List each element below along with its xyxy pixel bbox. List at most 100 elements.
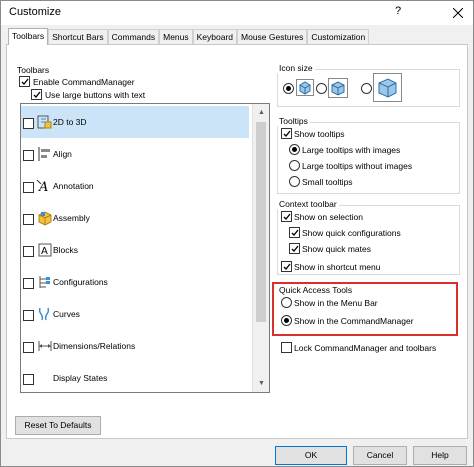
align-icon <box>38 147 50 161</box>
tab-menus[interactable]: Menus <box>159 29 193 44</box>
list-item[interactable]: Assembly <box>21 202 249 234</box>
scroll-up-icon[interactable]: ▲ <box>253 104 269 121</box>
toolbar-checkbox[interactable] <box>23 182 34 193</box>
use-large-buttons-label: Use large buttons with text <box>45 90 146 100</box>
show-quick-mates-checkbox[interactable] <box>289 243 300 254</box>
tab-customization[interactable]: Customization <box>307 29 370 44</box>
large-tooltips-with-images-label: Large tooltips with images <box>302 145 401 155</box>
lock-commandmanager-label: Lock CommandManager and toolbars <box>294 343 437 353</box>
checkmark-icon <box>291 229 299 236</box>
toolbar-checkbox[interactable] <box>23 342 34 353</box>
toolbar-name: Display States <box>53 373 108 383</box>
curves-icon <box>38 307 50 321</box>
checkmark-icon <box>291 245 299 252</box>
cube-small-icon <box>296 79 314 96</box>
tab-keyboard[interactable]: Keyboard <box>192 29 238 44</box>
list-item[interactable]: A Annotation <box>21 170 249 202</box>
cancel-button[interactable]: Cancel <box>353 446 407 465</box>
lock-commandmanager-checkbox[interactable] <box>281 342 292 353</box>
large-tooltips-without-images-label: Large tooltips without images <box>302 161 413 171</box>
tooltips-title: Tooltips <box>277 116 310 126</box>
title-bar: Customize ? <box>1 1 473 25</box>
toolbar-checkbox[interactable] <box>23 214 34 225</box>
ok-button[interactable]: OK <box>275 446 347 465</box>
toolbar-checkbox[interactable] <box>23 278 34 289</box>
list-item[interactable]: Align <box>21 138 249 170</box>
blocks-icon: A <box>38 243 52 257</box>
show-in-menu-bar-radio[interactable] <box>281 297 292 308</box>
toolbar-checkbox[interactable] <box>23 246 34 257</box>
show-in-commandmanager-radio[interactable] <box>281 315 292 326</box>
toolbar-name: Align <box>53 149 72 159</box>
list-item[interactable]: Display States <box>21 362 249 392</box>
toolbar-name: Assembly <box>53 213 90 223</box>
show-in-commandmanager-label: Show in the CommandManager <box>294 316 414 326</box>
tab-strip: Toolbars Shortcut Bars Commands Menus Ke… <box>8 28 370 45</box>
icon-size-title: Icon size <box>277 63 315 73</box>
assembly-icon <box>38 211 52 226</box>
checkmark-icon <box>283 263 291 270</box>
tab-mouse-gestures[interactable]: Mouse Gestures <box>237 29 308 44</box>
small-tooltips-label: Small tooltips <box>302 177 353 187</box>
list-item[interactable]: Curves <box>21 298 249 330</box>
toolbar-name: 2D to 3D <box>53 117 87 127</box>
cube-large-icon <box>373 73 402 102</box>
toolbar-name: Curves <box>53 309 80 319</box>
icon-size-medium-radio[interactable] <box>316 83 327 94</box>
configurations-icon <box>39 276 50 288</box>
checkmark-icon <box>33 91 41 98</box>
tab-toolbars[interactable]: Toolbars <box>8 28 49 45</box>
annotation-icon: A <box>36 179 48 195</box>
toolbars-list[interactable]: 2D to 3D Align A Annotation Assembly A B… <box>20 103 270 393</box>
icon-size-large-radio[interactable] <box>361 83 372 94</box>
help-icon[interactable]: ? <box>387 5 409 17</box>
toolbar-checkbox[interactable] <box>23 118 34 129</box>
show-quick-configurations-label: Show quick configurations <box>302 228 401 238</box>
help-button[interactable]: Help <box>413 446 467 465</box>
show-in-menu-bar-label: Show in the Menu Bar <box>294 298 378 308</box>
scroll-down-icon[interactable]: ▼ <box>253 375 269 392</box>
toolbar-name: Dimensions/Relations <box>53 341 136 351</box>
show-in-shortcut-menu-checkbox[interactable] <box>281 261 292 272</box>
large-tooltips-with-images-radio[interactable] <box>289 144 300 155</box>
2d-to-3d-icon <box>37 115 52 129</box>
show-in-shortcut-menu-label: Show in shortcut menu <box>294 262 381 272</box>
checkmark-icon <box>283 130 291 137</box>
show-tooltips-label: Show tooltips <box>294 129 345 139</box>
enable-commandmanager-checkbox[interactable] <box>19 76 30 87</box>
icon-size-small-radio[interactable] <box>283 83 294 94</box>
dimensions-icon <box>38 341 52 351</box>
scroll-thumb[interactable] <box>256 122 266 322</box>
show-tooltips-checkbox[interactable] <box>281 128 292 139</box>
toolbar-name: Annotation <box>53 181 94 191</box>
show-quick-configurations-checkbox[interactable] <box>289 227 300 238</box>
show-on-selection-checkbox[interactable] <box>281 211 292 222</box>
tab-commands[interactable]: Commands <box>107 29 160 44</box>
use-large-buttons-checkbox[interactable] <box>31 89 42 100</box>
svg-text:A: A <box>41 246 48 257</box>
list-item[interactable]: Dimensions/Relations <box>21 330 249 362</box>
context-toolbar-title: Context toolbar <box>277 199 339 209</box>
toolbars-group-title: Toolbars <box>17 65 50 75</box>
toolbar-name: Blocks <box>53 245 79 255</box>
reset-to-defaults-button[interactable]: Reset To Defaults <box>15 416 101 435</box>
list-item[interactable]: 2D to 3D <box>21 106 249 138</box>
checkmark-icon <box>283 213 291 220</box>
small-tooltips-radio[interactable] <box>289 176 300 187</box>
large-tooltips-without-images-radio[interactable] <box>289 160 300 171</box>
list-item[interactable]: A Blocks <box>21 234 249 266</box>
list-item[interactable]: Configurations <box>21 266 249 298</box>
toolbar-checkbox[interactable] <box>23 150 34 161</box>
quick-access-title: Quick Access Tools <box>277 285 355 295</box>
toolbar-checkbox[interactable] <box>23 374 34 385</box>
list-scrollbar[interactable]: ▲ ▼ <box>252 104 269 392</box>
show-on-selection-label: Show on selection <box>294 212 363 222</box>
show-quick-mates-label: Show quick mates <box>302 244 371 254</box>
toolbar-checkbox[interactable] <box>23 310 34 321</box>
close-icon <box>453 8 463 18</box>
close-button[interactable] <box>441 1 474 25</box>
tab-shortcut-bars[interactable]: Shortcut Bars <box>48 29 108 44</box>
window-title: Customize <box>9 6 61 18</box>
checkmark-icon <box>21 78 29 85</box>
enable-commandmanager-label: Enable CommandManager <box>33 77 135 87</box>
